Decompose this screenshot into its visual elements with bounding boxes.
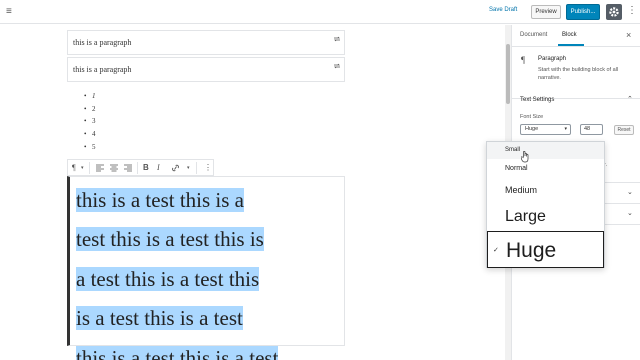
paragraph-block[interactable]: this is a paragraph xyxy=(67,57,345,82)
chevron-down-icon[interactable]: ▾ xyxy=(81,165,84,171)
sidebar-tabs: Document Block × xyxy=(512,25,640,47)
list-block[interactable]: 1 2 3 4 5 xyxy=(84,92,96,155)
italic-icon[interactable]: I xyxy=(157,163,160,172)
toolbar-divider xyxy=(196,162,197,174)
paragraph-text[interactable]: this is a paragraph xyxy=(73,38,131,47)
tab-block[interactable]: Block xyxy=(562,32,577,38)
hand-cursor-icon xyxy=(521,151,529,163)
bold-icon[interactable]: B xyxy=(143,163,149,172)
more-vertical-icon[interactable]: ⋮ xyxy=(204,163,212,172)
block-description: Start with the building block of all nar… xyxy=(538,67,619,81)
list-item[interactable]: 5 xyxy=(84,143,96,156)
dropdown-option-small[interactable]: Small xyxy=(487,142,604,159)
active-tab-indicator xyxy=(558,44,584,46)
dropdown-option-huge[interactable]: ✓ Huge xyxy=(487,231,604,268)
paragraph-block[interactable]: this is a paragraph xyxy=(67,30,345,55)
align-right-icon[interactable] xyxy=(124,164,132,172)
close-icon[interactable]: × xyxy=(626,30,631,40)
block-card: ¶ Paragraph Start with the building bloc… xyxy=(512,47,640,99)
publish-button[interactable]: Publish... xyxy=(566,4,600,20)
toolbar-divider xyxy=(89,162,90,174)
reset-button[interactable]: Reset xyxy=(614,125,634,135)
selected-paragraph-block[interactable]: this is a test this is a test this is a … xyxy=(67,176,345,360)
list-item[interactable]: 4 xyxy=(84,130,96,143)
paragraph-icon: ¶ xyxy=(521,55,526,65)
dropdown-option-large[interactable]: Large xyxy=(487,203,604,231)
chevron-down-icon: ▾ xyxy=(564,126,567,132)
editor-header: ≡ Save Draft Preview Publish... ⋮ xyxy=(0,0,640,24)
hamburger-icon[interactable]: ≡ xyxy=(6,6,12,17)
chevron-down-icon[interactable]: ⌄ xyxy=(627,188,633,196)
font-size-label: Font Size xyxy=(520,114,544,120)
settings-button[interactable] xyxy=(606,4,622,20)
chevron-down-icon[interactable]: ⌄ xyxy=(627,209,633,217)
transform-icon[interactable] xyxy=(333,35,341,43)
list-item[interactable]: 1 xyxy=(84,92,96,105)
preview-button[interactable]: Preview xyxy=(531,5,561,19)
block-toolbar: ¶ ▾ B I ▾ ⋮ xyxy=(67,159,214,176)
scrollbar-thumb[interactable] xyxy=(506,44,510,104)
text-settings-toggle[interactable]: Text Settings xyxy=(520,97,554,103)
paragraph-text[interactable]: this is a test this is a test this is a … xyxy=(76,181,360,360)
list-item[interactable]: 3 xyxy=(84,117,96,130)
list-item[interactable]: 2 xyxy=(84,105,96,118)
font-size-dropdown: Small Normal Medium Large ✓ Huge xyxy=(486,141,605,268)
more-vertical-icon[interactable]: ⋮ xyxy=(627,5,637,16)
check-icon: ✓ xyxy=(493,247,499,254)
chevron-down-icon[interactable]: ▾ xyxy=(187,165,190,171)
chevron-up-icon[interactable]: ⌃ xyxy=(627,95,633,103)
dropdown-option-medium[interactable]: Medium xyxy=(487,181,604,199)
paragraph-icon[interactable]: ¶ xyxy=(72,163,76,172)
gear-icon xyxy=(609,7,619,17)
paragraph-text[interactable]: this is a paragraph xyxy=(73,65,131,74)
toolbar-divider xyxy=(137,162,138,174)
font-size-select[interactable]: Huge ▾ xyxy=(520,124,571,135)
link-icon[interactable] xyxy=(171,164,180,172)
align-left-icon[interactable] xyxy=(96,164,104,172)
tab-document[interactable]: Document xyxy=(520,32,547,38)
align-center-icon[interactable] xyxy=(110,164,118,172)
font-size-input[interactable]: 48 xyxy=(580,124,603,135)
block-title: Paragraph xyxy=(538,56,567,62)
dropdown-option-normal[interactable]: Normal xyxy=(487,161,604,178)
transform-icon[interactable] xyxy=(333,62,341,70)
save-draft-button[interactable]: Save Draft xyxy=(489,7,517,13)
